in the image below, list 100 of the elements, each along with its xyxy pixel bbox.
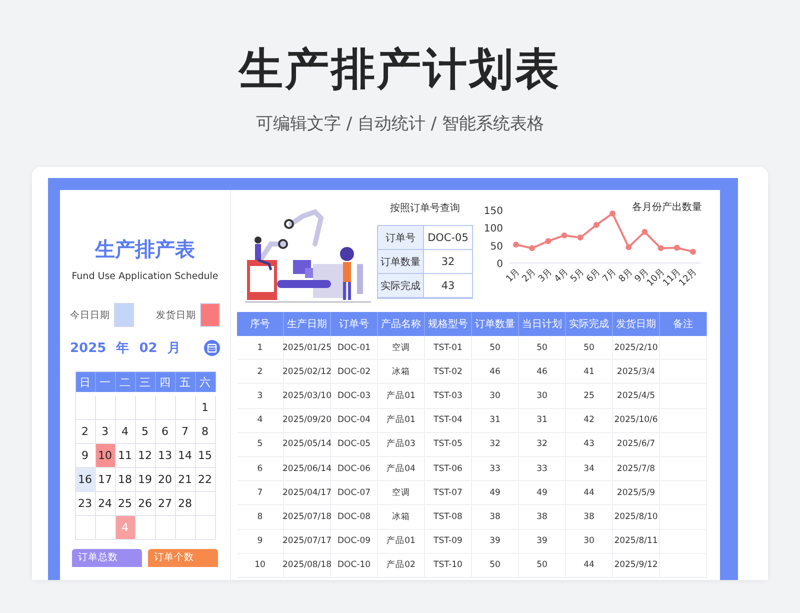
- lookup-title: 按照订单号查询: [390, 202, 460, 216]
- sheet-subtitle: Fund Use Application Schedule: [72, 270, 218, 283]
- table-cell: 2025/03/10: [284, 384, 331, 409]
- table-cell: 3: [237, 384, 284, 409]
- weekday-header: 一: [96, 372, 116, 392]
- table-cell: 2025/3/4: [613, 360, 660, 384]
- table-cell: 50: [519, 554, 566, 578]
- lookup-value: 32: [424, 250, 472, 274]
- calendar-day[interactable]: 8: [196, 420, 216, 444]
- calendar-day[interactable]: 20: [156, 468, 176, 492]
- table-cell: 1: [237, 336, 284, 360]
- calendar-day[interactable]: 4: [116, 420, 136, 444]
- calendar-day[interactable]: 28: [176, 492, 196, 516]
- sheet-title: 生产排产表: [95, 236, 195, 262]
- table-cell: 50: [566, 336, 613, 360]
- table-cell: 2025/4/5: [613, 384, 660, 409]
- calendar-day[interactable]: 15: [196, 444, 216, 468]
- stat-card: 订单总数: [72, 549, 142, 567]
- table-cell: 产品02: [378, 554, 425, 578]
- weekday-header: 二: [116, 372, 136, 392]
- table-cell: 5: [237, 432, 284, 457]
- year-text: 2025: [70, 340, 106, 356]
- calendar-day[interactable]: 1: [196, 396, 216, 420]
- calendar-day[interactable]: 24: [96, 492, 116, 516]
- x-tick-label: 2月: [520, 267, 538, 285]
- calendar-day[interactable]: 26: [136, 492, 156, 516]
- calendar-day[interactable]: 17: [96, 468, 116, 492]
- table-cell: 2025/2/10: [613, 336, 660, 360]
- weekday-header: 六: [196, 372, 216, 392]
- data-point: [561, 232, 568, 238]
- table-cell: 50: [472, 336, 519, 360]
- table-cell: 2025/6/7: [613, 432, 660, 457]
- table-cell: 30: [566, 530, 613, 554]
- calendar-day[interactable]: 22: [196, 468, 216, 492]
- table-cell: 4: [237, 408, 284, 433]
- table-cell: 10: [237, 554, 284, 578]
- x-tick-label: 5月: [569, 267, 586, 285]
- calendar-day[interactable]: 11: [116, 444, 136, 468]
- table-cell: 38: [566, 505, 613, 530]
- table-cell: TST-08: [425, 505, 472, 530]
- table-cell: 2025/05/14: [284, 432, 331, 457]
- calendar-day[interactable]: 13: [156, 444, 176, 468]
- data-point: [690, 248, 696, 255]
- column-header: 备注: [660, 312, 707, 336]
- calendar-day[interactable]: 12: [136, 444, 156, 468]
- table-cell: DOC-10: [331, 554, 378, 578]
- column-header: 订单号: [331, 312, 378, 336]
- calendar-day[interactable]: 18: [116, 468, 136, 492]
- table-cell: DOC-05: [331, 432, 378, 457]
- data-point: [610, 210, 616, 217]
- calendar-day[interactable]: 5: [136, 420, 156, 444]
- calendar-day[interactable]: 27: [156, 492, 176, 516]
- weekday-header: 三: [136, 372, 156, 392]
- table-cell: 2025/8/11: [613, 530, 660, 554]
- table-cell: TST-03: [425, 384, 472, 409]
- empty-cell: [660, 336, 707, 360]
- column-header: 产品名称: [378, 312, 425, 336]
- table-cell: 2025/01/25: [284, 336, 331, 360]
- y-tick-label: 100: [484, 224, 503, 235]
- table-cell: 43: [566, 432, 613, 457]
- table-cell: 2025/04/17: [284, 481, 331, 506]
- table-cell: 50: [519, 336, 566, 360]
- table-cell: 2025/08/18: [284, 554, 331, 578]
- table-cell: 冰箱: [378, 505, 425, 530]
- month-text: 02: [139, 340, 158, 356]
- table-cell: 2025/9/12: [613, 554, 660, 578]
- table-cell: 38: [472, 505, 519, 530]
- table-cell: 34: [566, 456, 613, 482]
- calendar-day[interactable]: 14: [176, 444, 196, 468]
- calendar-day[interactable]: 19: [136, 468, 156, 492]
- table-cell: 产品01: [378, 408, 425, 433]
- x-tick-label: 3月: [536, 267, 554, 285]
- table-cell: 6: [237, 456, 284, 482]
- calendar-day[interactable]: 6: [156, 420, 176, 444]
- calendar-day[interactable]: 7: [176, 420, 196, 444]
- table-cell: 产品01: [378, 384, 425, 409]
- table-cell: 2025/06/14: [284, 456, 331, 482]
- table-cell: 50: [472, 554, 519, 578]
- calendar-day[interactable]: 23: [76, 492, 96, 516]
- column-header: 订单数量: [472, 312, 519, 336]
- calendar-day[interactable]: 10: [96, 444, 116, 468]
- data-point: [642, 228, 648, 235]
- calendar-day[interactable]: 21: [176, 468, 196, 492]
- column-header: 当日计划: [519, 312, 566, 336]
- table-cell: 2025/5/9: [613, 481, 660, 506]
- data-point: [674, 244, 680, 251]
- table-cell: 冰箱: [378, 360, 425, 384]
- y-tick-label: 150: [484, 206, 503, 217]
- table-cell: 39: [472, 530, 519, 554]
- calendar-day[interactable]: 16: [76, 468, 96, 492]
- table-cell: 产品01: [378, 530, 425, 554]
- y-tick-label: 50: [490, 241, 503, 252]
- data-point: [626, 244, 632, 250]
- table-cell: DOC-04: [331, 408, 378, 433]
- weekday-header: 五: [176, 372, 196, 392]
- x-tick-label: 4月: [552, 267, 570, 285]
- calendar-icon[interactable]: [204, 340, 220, 356]
- table-cell: 46: [472, 360, 519, 384]
- data-point: [577, 234, 584, 241]
- calendar-day[interactable]: 2: [76, 420, 96, 444]
